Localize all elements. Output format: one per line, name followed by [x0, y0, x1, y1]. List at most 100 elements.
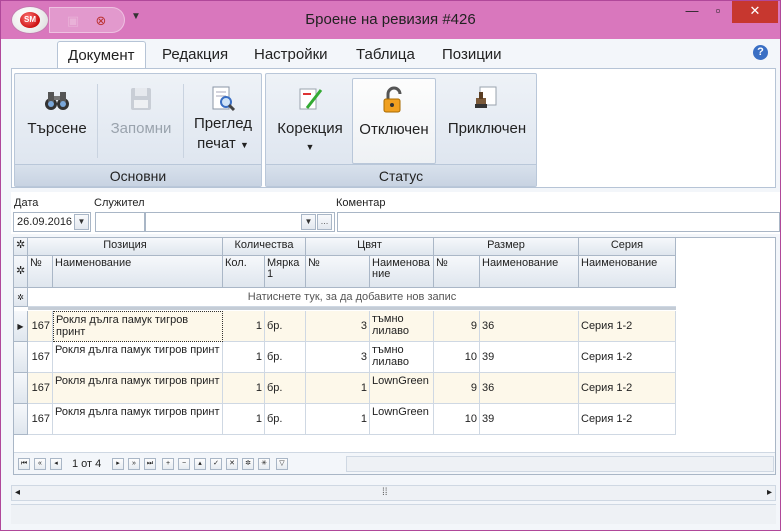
search-button[interactable]: Търсене: [19, 78, 95, 164]
cell-color-name-text: тъмно лилаво: [372, 313, 409, 337]
col-position-name[interactable]: Наименование: [53, 256, 223, 288]
cell-unit[interactable]: бр.: [265, 373, 306, 404]
cell-color-no[interactable]: 3: [306, 342, 370, 373]
cell-size-no[interactable]: 9: [434, 311, 480, 342]
cell-color-name[interactable]: LownGreen: [370, 373, 434, 404]
qat-save-icon[interactable]: ▣: [64, 12, 82, 30]
nav-bookmark-icon[interactable]: ✲: [242, 458, 254, 470]
cell-size-no[interactable]: 10: [434, 342, 480, 373]
cell-color-no[interactable]: 1: [306, 373, 370, 404]
col-unit[interactable]: Мярка 1: [265, 256, 306, 288]
qat-customize-icon[interactable]: ▼: [131, 11, 141, 22]
nav-post-icon[interactable]: ✓: [210, 458, 222, 470]
col-size-no[interactable]: №: [434, 256, 480, 288]
cell-color-no[interactable]: 1: [306, 404, 370, 435]
cell-unit[interactable]: бр.: [265, 404, 306, 435]
nav-cancel-icon[interactable]: ✕: [226, 458, 238, 470]
cell-size-no[interactable]: 9: [434, 373, 480, 404]
nav-next-icon[interactable]: ▸: [112, 458, 124, 470]
nav-prev-page-icon[interactable]: «: [34, 458, 46, 470]
unlocked-button[interactable]: Отключен: [352, 78, 436, 164]
nav-delete-icon[interactable]: −: [178, 458, 190, 470]
date-dropdown-icon[interactable]: ▼: [74, 214, 89, 230]
cell-unit[interactable]: бр.: [265, 311, 306, 342]
save-button[interactable]: Запомни: [101, 78, 181, 164]
app-menu-button[interactable]: SM: [11, 6, 49, 34]
column-chooser-icon[interactable]: ✲: [14, 256, 28, 288]
row-selector[interactable]: [14, 373, 28, 404]
employee-code-field[interactable]: [95, 212, 145, 232]
tab-document[interactable]: Документ: [57, 41, 146, 68]
nav-prev-icon[interactable]: ◂: [50, 458, 62, 470]
cell-qty[interactable]: 1: [223, 373, 265, 404]
nav-insert-icon[interactable]: +: [162, 458, 174, 470]
scroll-left-icon[interactable]: ◂: [15, 487, 20, 498]
minimize-icon[interactable]: —: [681, 1, 703, 23]
cell-size-name[interactable]: 36: [480, 373, 579, 404]
cell-size-name[interactable]: 39: [480, 342, 579, 373]
cell-color-no[interactable]: 3: [306, 311, 370, 342]
help-icon[interactable]: ?: [753, 45, 768, 60]
cell-size-name[interactable]: 39: [480, 404, 579, 435]
tab-settings[interactable]: Настройки: [244, 41, 338, 68]
cell-color-name[interactable]: тъмно лилаво: [370, 342, 434, 373]
grid-horizontal-scrollbar[interactable]: [346, 456, 774, 472]
cell-position-no[interactable]: 167: [28, 342, 53, 373]
grid-corner-icon[interactable]: ✲: [14, 238, 28, 256]
col-size-name[interactable]: Наименование: [480, 256, 579, 288]
scroll-grip-icon[interactable]: ⁞⁞: [382, 487, 388, 498]
nav-next-page-icon[interactable]: »: [128, 458, 140, 470]
close-icon[interactable]: ✕: [732, 1, 778, 23]
cell-position-no[interactable]: 167: [28, 311, 53, 342]
cell-size-name[interactable]: 36: [480, 311, 579, 342]
col-color-name[interactable]: Наименова ние: [370, 256, 434, 288]
ribbon-tab-bar: Документ Редакция Настройки Таблица Пози…: [1, 39, 780, 68]
row-selector[interactable]: [14, 342, 28, 373]
print-preview-button[interactable]: Преглед печат ▼: [187, 78, 259, 164]
col-series-name[interactable]: Наименование: [579, 256, 676, 288]
col-qty[interactable]: Кол.: [223, 256, 265, 288]
maximize-icon[interactable]: ▫: [707, 1, 729, 23]
cell-series-name[interactable]: Серия 1-2: [579, 311, 676, 342]
current-row-indicator-icon[interactable]: ▶: [14, 311, 28, 342]
scroll-right-icon[interactable]: ▸: [767, 487, 772, 498]
nav-edit-icon[interactable]: ▴: [194, 458, 206, 470]
cell-position-name[interactable]: Рокля дълга памук тигров принт: [53, 311, 223, 342]
band-color: Цвят: [306, 238, 434, 256]
cell-series-name[interactable]: Серия 1-2: [579, 373, 676, 404]
employee-dropdown-icon[interactable]: ▼: [301, 214, 316, 230]
col-position-no[interactable]: №: [28, 256, 53, 288]
cell-series-name[interactable]: Серия 1-2: [579, 404, 676, 435]
cell-position-name[interactable]: Рокля дълга памук тигров принт: [53, 404, 223, 435]
cell-position-no[interactable]: 167: [28, 373, 53, 404]
form-horizontal-scrollbar[interactable]: ◂ ⁞⁞ ▸: [11, 485, 776, 501]
cell-position-name-text: Рокля дълга памук тигров принт: [56, 314, 189, 338]
cell-color-name[interactable]: LownGreen: [370, 404, 434, 435]
tab-edit[interactable]: Редакция: [152, 41, 238, 68]
cell-size-no-text: 9: [470, 382, 477, 394]
row-selector[interactable]: [14, 404, 28, 435]
tab-table[interactable]: Таблица: [346, 41, 425, 68]
col-color-no[interactable]: №: [306, 256, 370, 288]
nav-filter-icon[interactable]: ▽: [276, 458, 288, 470]
nav-goto-bookmark-icon[interactable]: ✳: [258, 458, 270, 470]
nav-last-icon[interactable]: ⏭: [144, 458, 156, 470]
comment-field[interactable]: [337, 212, 780, 232]
closed-button[interactable]: Приключен: [440, 78, 534, 164]
cell-qty[interactable]: 1: [223, 311, 265, 342]
cell-unit[interactable]: бр.: [265, 342, 306, 373]
cell-series-name[interactable]: Серия 1-2: [579, 342, 676, 373]
tab-positions[interactable]: Позиции: [432, 41, 512, 68]
nav-first-icon[interactable]: ⏮: [18, 458, 30, 470]
cell-qty[interactable]: 1: [223, 342, 265, 373]
correction-button[interactable]: Корекция ▼: [270, 78, 350, 164]
employee-browse-icon[interactable]: …: [317, 214, 332, 230]
cell-position-name[interactable]: Рокля дълга памук тигров принт: [53, 373, 223, 404]
qat-close-doc-icon[interactable]: ⊗: [92, 12, 110, 30]
cell-qty[interactable]: 1: [223, 404, 265, 435]
cell-position-no[interactable]: 167: [28, 404, 53, 435]
cell-position-name[interactable]: Рокля дълга памук тигров принт: [53, 342, 223, 373]
cell-color-name[interactable]: тъмно лилаво: [370, 311, 434, 342]
cell-size-no[interactable]: 10: [434, 404, 480, 435]
new-row-prompt[interactable]: Натиснете тук, за да добавите нов запис: [28, 288, 676, 307]
